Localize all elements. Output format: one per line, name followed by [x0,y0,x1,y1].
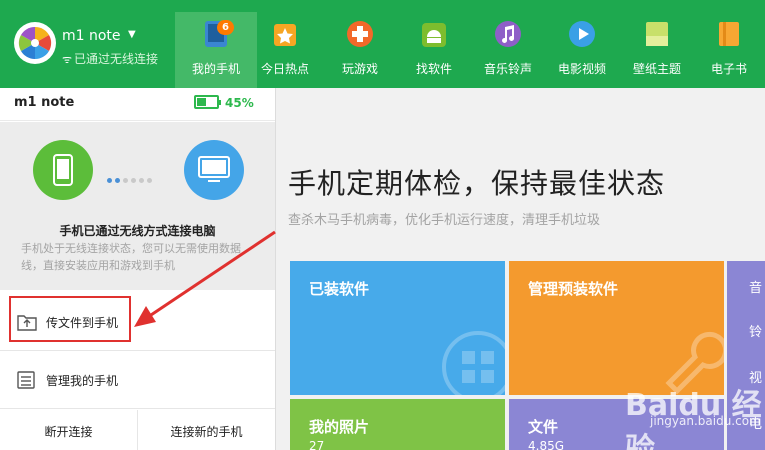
battery-percent: 45% [225,96,254,110]
pinwheel-logo-icon [18,26,52,60]
music-icon [495,21,521,47]
tab-label: 电影视频 [557,62,606,76]
android-icon [422,23,446,47]
battery-icon [194,95,221,109]
device-name[interactable]: m1 note [62,28,121,44]
device-panel: m1 note 45% 手机已通过无线方式连接电脑 手机处于无线连接状态，您可以… [0,88,276,450]
app-logo[interactable] [14,22,56,64]
connection-dots [107,168,155,187]
panel-device-name: m1 note [14,95,75,110]
battery-level [197,98,206,106]
play-icon [569,21,595,47]
tab-label: 音乐铃声 [483,62,532,76]
tab-movies-videos[interactable]: 电影视频 [541,12,623,82]
tab-label: 玩游戏 [341,62,378,76]
side-label: 铃 [749,325,763,340]
tab-hot-today[interactable]: 今日热点 [244,12,326,82]
manage-phone-icon [17,371,35,389]
connection-title: 手机已通过无线方式连接电脑 [59,224,216,238]
wallpaper-icon [646,22,668,46]
book-icon [719,22,739,46]
connection-illustration: 手机已通过无线方式连接电脑 手机处于无线连接状态，您可以无需使用数据线，直接安装… [0,122,275,290]
manage-my-phone-item[interactable]: 管理我的手机 [0,351,275,409]
wifi-icon: ᯤ [62,53,73,66]
tab-label: 电子书 [710,62,747,76]
side-label: 音 [749,281,763,296]
connection-status-text: 已通过无线连接 [74,52,159,66]
phone-icon [53,154,73,186]
tile-label: 已装软件 [309,280,370,298]
tab-ebooks[interactable]: 电子书 [688,12,765,82]
disconnect-button[interactable]: 断开连接 [0,410,138,450]
notification-badge: 6 [217,20,234,35]
tab-wallpaper-themes[interactable]: 壁纸主题 [616,12,698,82]
tile-count: 27 [309,439,325,450]
tile-label: 我的照片 [309,418,370,436]
tile-size: 4.85G [528,439,565,450]
chevron-down-icon[interactable]: ▼ [128,29,136,40]
tab-label: 今日热点 [260,62,309,76]
gamepad-icon [347,21,373,47]
tile-label: 管理预装软件 [528,280,619,298]
tab-label: 找软件 [415,62,452,76]
apps-grid-icon [442,331,505,395]
connection-description: 手机处于无线连接状态，您可以无需使用数据线，直接安装应用和游戏到手机 [21,242,241,272]
battery-nub [219,100,221,105]
tab-games[interactable]: 玩游戏 [319,12,401,82]
watermark-url: jingyan.baidu.com [650,414,761,428]
connect-new-phone-button[interactable]: 连接新的手机 [138,410,275,450]
page-subtitle: 查杀木马手机病毒，优化手机运行速度，清理手机垃圾 [288,213,601,228]
monitor-icon [198,156,230,182]
panel-header: m1 note 45% [0,88,275,121]
phone-circle [33,140,93,200]
top-bar: m1 note ▼ ᯤ 已通过无线连接 6 我的手机 今日热点 玩游戏 找软件 … [0,0,765,88]
connection-status: ᯤ 已通过无线连接 [62,50,158,67]
annotation-highlight-box [9,296,131,342]
tile-preinstalled-apps[interactable]: 管理预装软件 [509,261,724,395]
tile-label: 文件 [528,418,559,436]
star-icon [274,24,296,46]
tab-find-software[interactable]: 找软件 [393,12,475,82]
tile-my-photos[interactable]: 我的照片 27 [290,399,505,450]
tab-label: 壁纸主题 [632,62,681,76]
tile-installed-apps[interactable]: 已装软件 [290,261,505,395]
menu-item-label: 管理我的手机 [46,374,119,388]
page-title: 手机定期体检，保持最佳状态 [288,167,666,200]
tab-music-ringtones[interactable]: 音乐铃声 [467,12,549,82]
computer-circle [184,140,244,200]
